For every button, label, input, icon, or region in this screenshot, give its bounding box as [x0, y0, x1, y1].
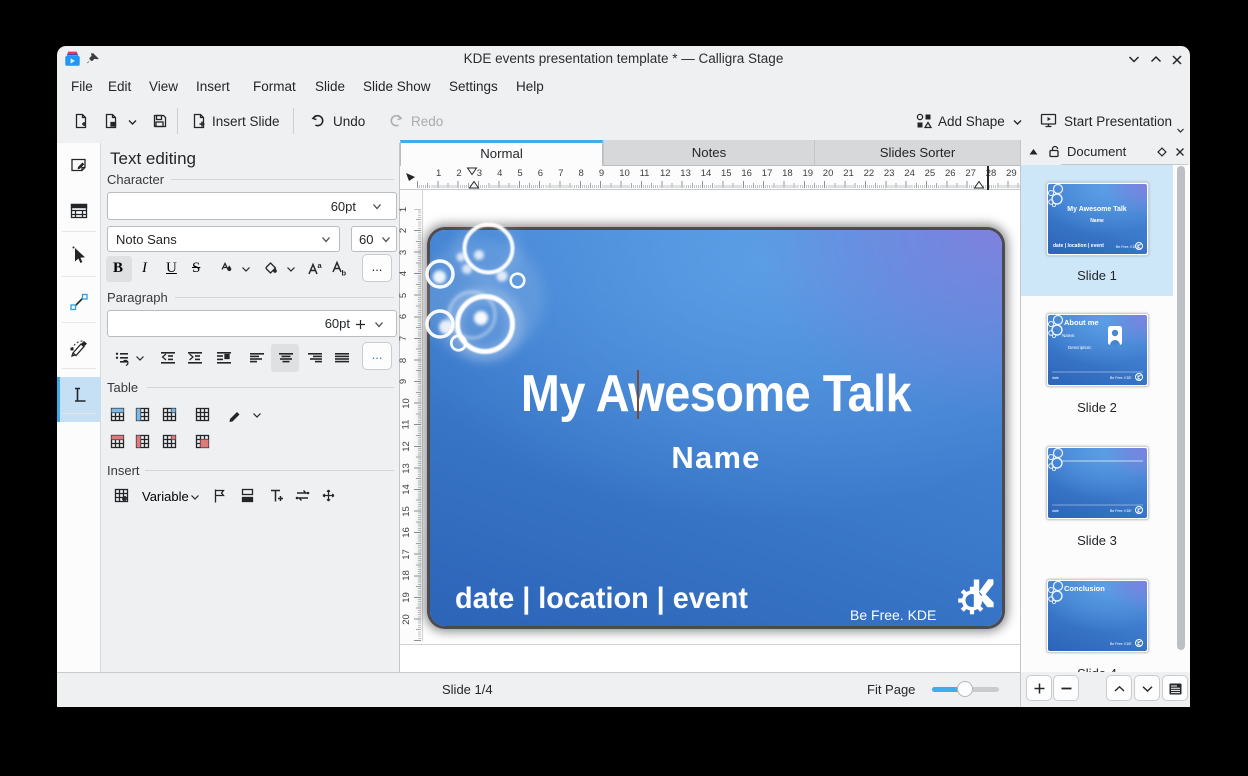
- svg-text:Be Free. KDE: Be Free. KDE: [1116, 245, 1138, 249]
- svg-text:Conclusion: Conclusion: [1064, 584, 1105, 593]
- svg-text:date | location | event: date | location | event: [1053, 243, 1104, 249]
- svg-text:a: a: [318, 261, 323, 270]
- svg-text:date: date: [1052, 376, 1059, 380]
- svg-text:Description:: Description:: [1068, 345, 1092, 350]
- svg-text:Be Free. KDE: Be Free. KDE: [1110, 376, 1132, 380]
- svg-text:My Awesome Talk: My Awesome Talk: [1067, 206, 1127, 213]
- svg-text:About me: About me: [1064, 318, 1099, 327]
- svg-text:Be Free. KDE: Be Free. KDE: [1110, 642, 1132, 646]
- svg-text:Name:: Name:: [1062, 333, 1075, 338]
- svg-text:date: date: [1052, 509, 1059, 513]
- svg-text:Be Free. KDE: Be Free. KDE: [1110, 509, 1132, 513]
- svg-text:b: b: [342, 269, 347, 278]
- svg-text:Name: Name: [1090, 218, 1104, 224]
